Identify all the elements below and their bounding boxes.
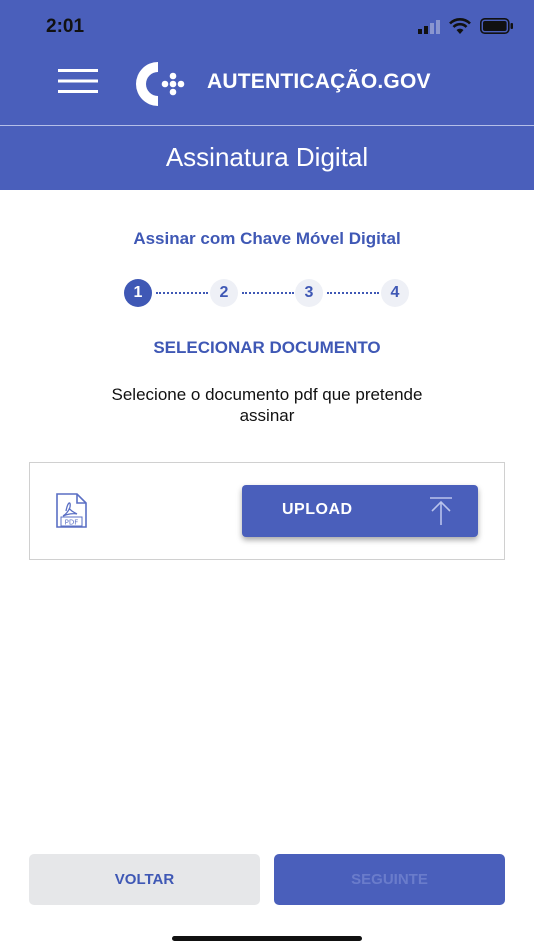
pdf-icon-label: PDF	[65, 518, 79, 526]
step-connector	[242, 292, 294, 294]
step-1: 1	[124, 279, 152, 307]
upload-box: PDF UPLOAD	[29, 462, 505, 560]
pdf-file-icon: PDF	[56, 493, 87, 528]
hamburger-icon[interactable]	[56, 66, 100, 96]
step-2: 2	[210, 279, 238, 307]
app-bar: AUTENTICAÇÃO.GOV	[0, 52, 534, 124]
status-time: 2:01	[46, 16, 85, 37]
instruction-text: Selecione o documento pdf que pretende a…	[111, 385, 423, 425]
wifi-icon	[449, 18, 471, 34]
upload-arrow-icon	[430, 497, 452, 525]
step-3: 3	[295, 279, 323, 307]
status-bar: 2:01	[0, 0, 534, 52]
header: 2:01 AUTENTICAÇÃO.GOV Assinatura Digital	[0, 0, 534, 190]
next-button[interactable]: SEGUINTE	[274, 854, 505, 905]
back-button[interactable]: VOLTAR	[29, 854, 260, 905]
header-divider	[0, 125, 534, 126]
upload-button[interactable]: UPLOAD	[242, 485, 478, 537]
cellular-signal-icon	[418, 20, 440, 34]
stepper: 1 2 3 4	[122, 279, 412, 307]
step-connector	[156, 292, 208, 294]
brand-name: AUTENTICAÇÃO.GOV	[207, 70, 431, 93]
home-indicator[interactable]	[172, 936, 362, 941]
flow-subtitle: Assinar com Chave Móvel Digital	[133, 229, 401, 248]
section-title: SELECIONAR DOCUMENTO	[153, 338, 381, 357]
upload-button-label: UPLOAD	[282, 501, 353, 518]
step-connector	[327, 292, 379, 294]
page-title: Assinatura Digital	[165, 142, 369, 172]
autenticacao-logo-icon	[136, 62, 185, 106]
step-4: 4	[381, 279, 409, 307]
battery-icon	[480, 18, 513, 34]
